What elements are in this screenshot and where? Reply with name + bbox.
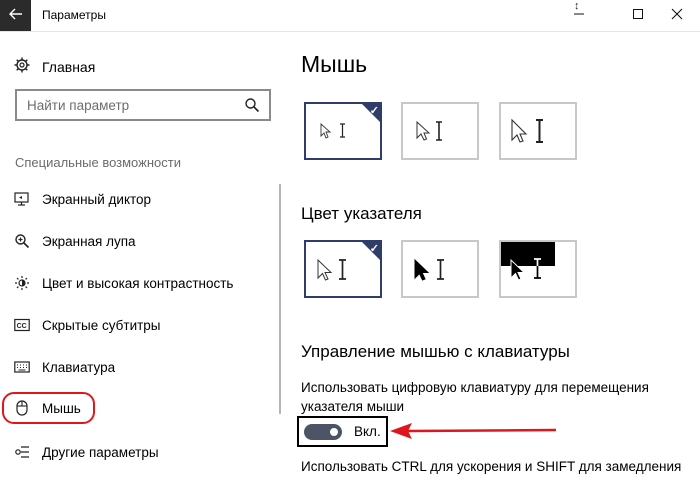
close-button[interactable] [654,0,700,31]
window-title: Параметры [42,8,106,22]
ctrl-shift-description: Использовать CTRL для ускорения и SHIFT … [301,459,682,474]
pointer-preview-icon [416,120,442,141]
back-arrow-icon [8,7,23,25]
close-icon [671,7,683,25]
annotation-arrow-icon [390,423,557,439]
other-icon [14,444,30,460]
home-label: Главная [42,58,96,75]
sidebar-item-keyboard[interactable]: Клавиатура [14,356,115,378]
black-pointer-icon [414,258,444,281]
scrollbar[interactable] [279,184,281,414]
sidebar-item-high-contrast[interactable]: Цвет и высокая контрастность [14,272,233,294]
page-title: Мышь [301,51,368,77]
captions-icon: CC [14,317,30,333]
pointer-size-option-small[interactable]: ✓ [304,102,382,160]
sidebar-item-label: Экранный диктор [42,191,152,207]
minimize-button[interactable] [556,0,602,31]
home-link[interactable]: Главная [14,57,95,76]
sidebar-item-other[interactable]: Другие параметры [14,441,159,463]
mouse-keys-description: Использовать цифровую клавиатуру для пер… [301,380,649,395]
check-icon: ✓ [369,105,379,117]
toggle-state-label: Вкл. [354,424,381,439]
search-input[interactable]: Найти параметр [15,89,271,121]
magnifier-icon [14,233,30,249]
pointer-color-inverted[interactable] [499,240,577,298]
search-placeholder: Найти параметр [27,98,130,113]
pointer-size-option-medium[interactable] [401,102,479,160]
sidebar-item-label: Мышь [42,400,81,416]
sidebar-item-label: Скрытые субтитры [42,317,161,333]
mouse-keys-toggle-highlight: Вкл. [297,416,388,447]
pointer-color-black[interactable] [401,240,479,298]
sidebar-item-label: Цвет и высокая контрастность [42,275,234,291]
mouse-icon [14,400,30,416]
gear-icon [14,57,30,76]
pointer-size-option-large[interactable] [499,102,577,160]
sidebar-item-mouse[interactable]: Мышь [2,392,95,424]
mouse-keys-heading: Управление мышью с клавиатуры [301,342,570,361]
brightness-icon [14,275,30,291]
back-button[interactable] [0,0,31,31]
pointer-preview-icon [511,118,543,143]
check-icon: ✓ [369,243,379,255]
pointer-color-white[interactable]: ✓ [304,240,382,298]
sidebar-item-label: Клавиатура [42,359,116,375]
sidebar-item-captions[interactable]: CC Скрытые субтитры [14,314,161,336]
narrator-icon [14,191,30,207]
sidebar-item-label: Другие параметры [42,444,159,460]
inverted-pointer-icon [501,242,555,281]
search-icon[interactable] [244,97,260,118]
main-content: Мышь ✓ Цвет указателя ✓ Управление мышью… [300,31,700,482]
sidebar-item-label: Экранная лупа [42,233,136,249]
minimize-icon [573,7,585,25]
keyboard-icon [14,359,30,375]
sidebar: Главная Найти параметр Специальные возмо… [0,31,281,482]
sidebar-item-narrator[interactable]: Экранный диктор [14,188,151,210]
maximize-icon [632,7,644,25]
pointer-color-heading: Цвет указателя [301,204,422,223]
toggle-knob [330,428,338,436]
mouse-keys-toggle[interactable] [304,424,342,440]
sidebar-item-magnifier[interactable]: Экранная лупа [14,230,136,252]
section-label: Специальные возможности [15,155,181,170]
mouse-keys-description-line2: указателя мыши [301,399,405,414]
svg-text:CC: CC [17,323,27,330]
title-bar: Параметры ↕ [0,0,700,32]
